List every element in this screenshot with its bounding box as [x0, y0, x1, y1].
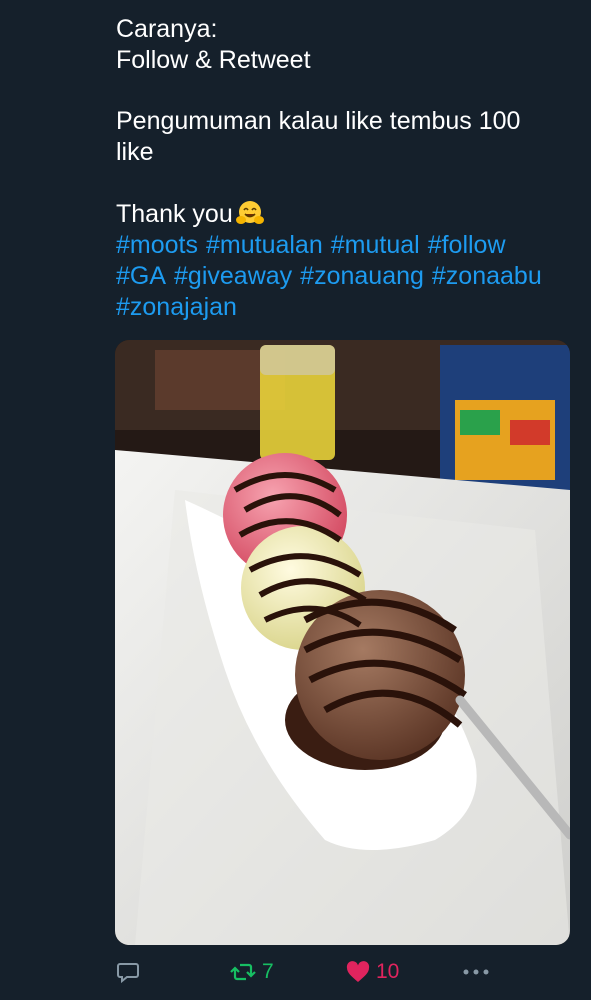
hashtags-line-2: #GA #giveaway #zonauang #zonaabu [116, 261, 576, 292]
ice-cream-photo [115, 340, 570, 945]
hashtag-link[interactable]: #GA [116, 262, 166, 290]
tweet: Caranya: Follow & Retweet Pengumuman kal… [0, 0, 591, 1000]
hashtag-link[interactable]: #giveaway [174, 262, 292, 290]
hashtag-link[interactable]: #moots [116, 231, 198, 259]
hashtags-line-1: #moots #mutualan #mutual #follow [116, 230, 576, 261]
reply-icon [117, 963, 139, 984]
thanks-text: Thank you [116, 200, 233, 228]
heart-icon [346, 961, 370, 982]
like-count: 10 [376, 960, 400, 983]
smiling-face-with-open-hands-icon [235, 198, 265, 228]
tweet-line: Pengumuman kalau like tembus 100 [116, 107, 521, 135]
reply-button[interactable] [116, 952, 140, 992]
hashtag-link[interactable]: #zonauang [300, 262, 424, 290]
tweet-photo[interactable] [115, 340, 570, 945]
hashtag-link[interactable]: #zonaabu [432, 262, 542, 290]
like-button[interactable]: 10 [346, 952, 399, 992]
retweet-icon [230, 963, 256, 981]
tweet-text: Caranya: Follow & Retweet Pengumuman kal… [116, 14, 576, 323]
retweet-button[interactable]: 7 [230, 952, 274, 992]
hashtag-link[interactable]: #follow [428, 231, 506, 259]
tweet-line: Follow & Retweet [116, 46, 311, 74]
tweet-line-thanks: Thank you [116, 198, 576, 230]
tweet-line: Caranya: [116, 15, 218, 43]
hashtag-link[interactable]: #mutualan [206, 231, 323, 259]
hashtag-link[interactable]: #zonajajan [116, 293, 237, 321]
more-button[interactable] [462, 952, 490, 992]
hashtags-line-3: #zonajajan [116, 292, 576, 323]
more-icon [463, 969, 489, 975]
retweet-count: 7 [262, 960, 274, 983]
hashtag-link[interactable]: #mutual [331, 231, 420, 259]
tweet-line: like [116, 138, 154, 166]
tweet-actions: 7 10 [0, 952, 591, 992]
